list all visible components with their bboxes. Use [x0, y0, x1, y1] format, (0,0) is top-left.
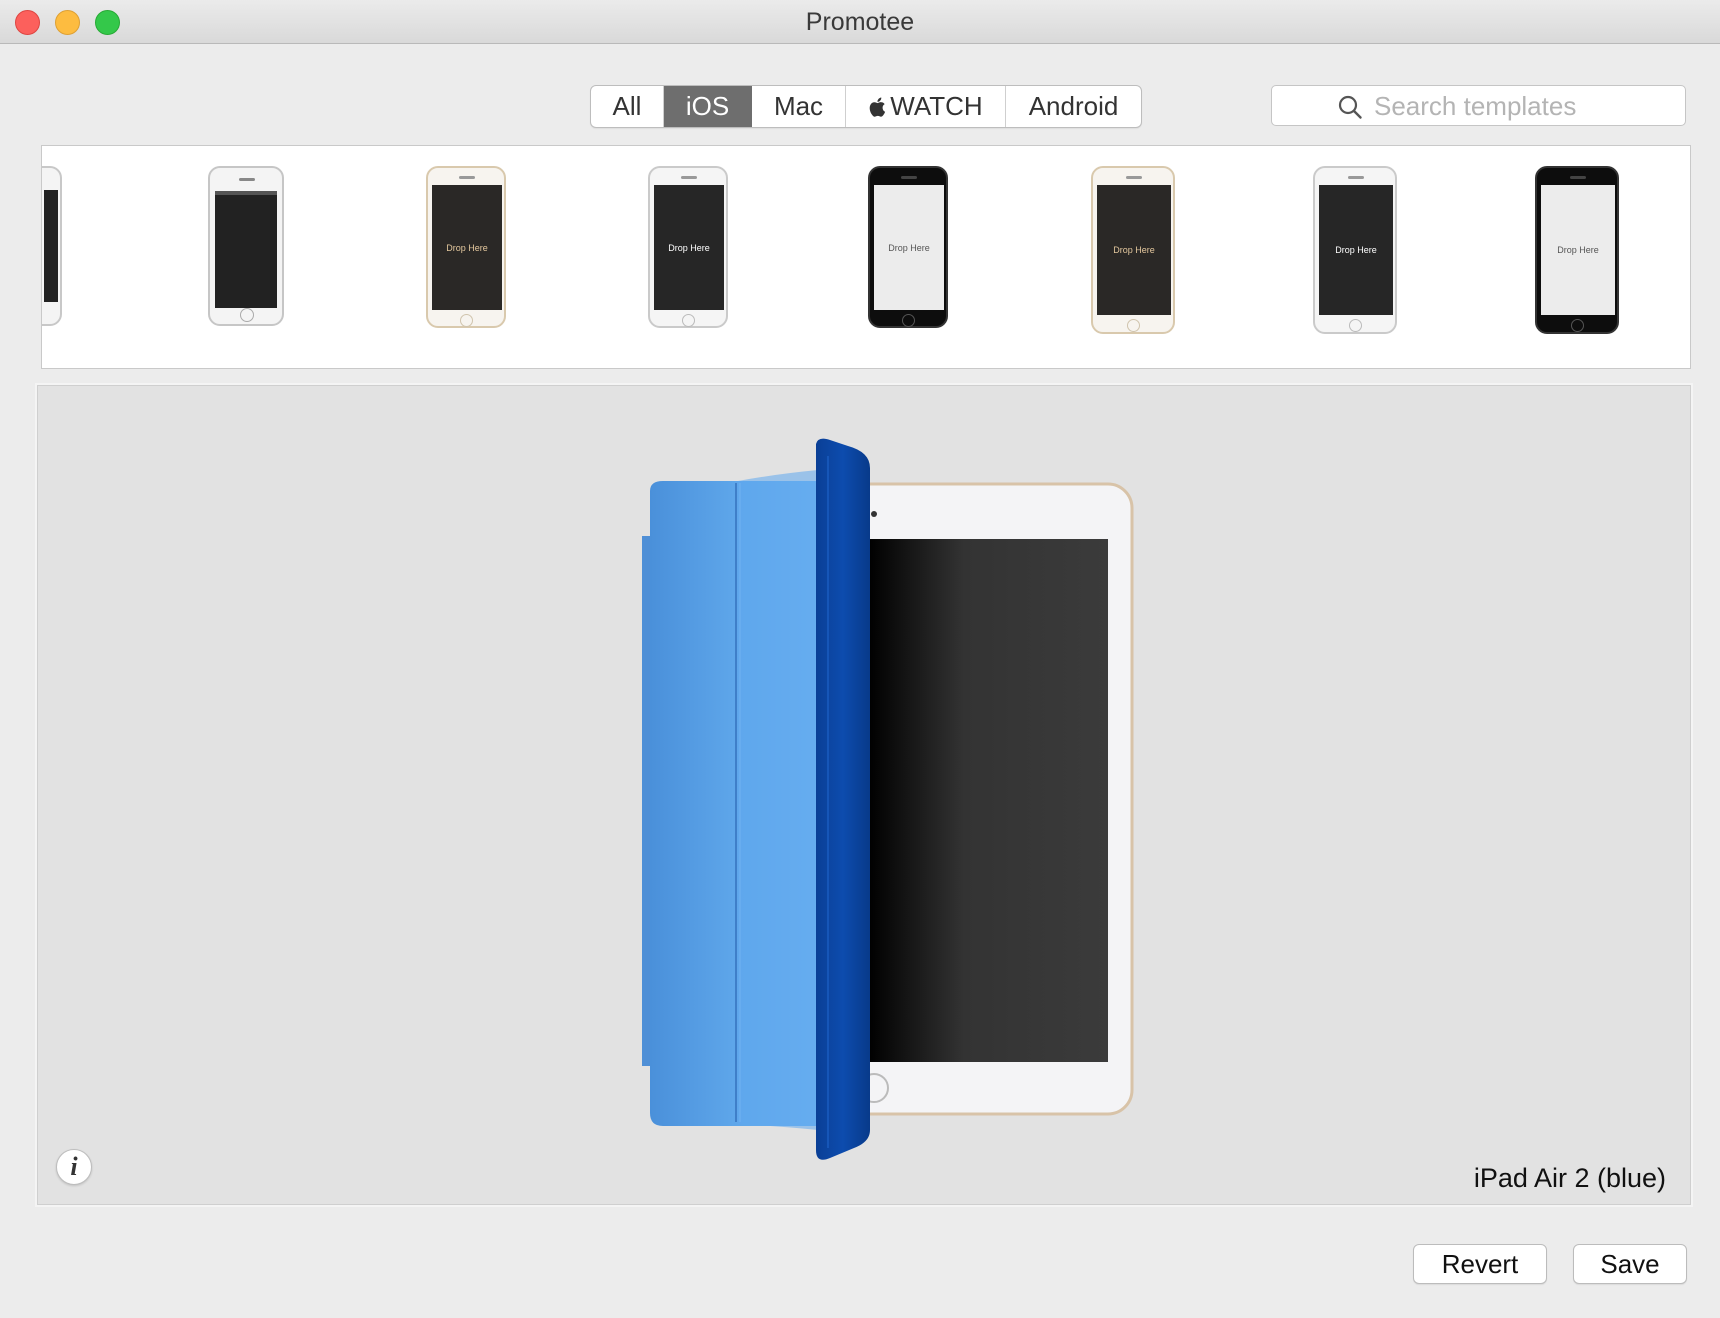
ipad-with-smart-cover-image [642, 438, 1134, 1160]
save-button[interactable]: Save [1573, 1244, 1687, 1284]
template-screen-label: Drop Here [1097, 185, 1171, 315]
template-screen-label: Drop Here [1541, 185, 1615, 315]
template-thumbnail[interactable] [42, 166, 62, 326]
device-name-label: iPad Air 2 (blue) [1473, 1163, 1666, 1193]
platform-filter: All iOS Mac WATCH Android [590, 85, 1142, 128]
title-bar: Promotee [0, 0, 1720, 44]
revert-button[interactable]: Revert [1413, 1244, 1547, 1284]
template-screen-label: Drop Here [1319, 185, 1393, 315]
tab-watch-label: WATCH [890, 91, 983, 121]
tab-watch[interactable]: WATCH [846, 86, 1006, 127]
template-screen-label: Drop Here [874, 185, 944, 310]
template-preview[interactable]: i iPad Air 2 (blue) [37, 385, 1691, 1205]
search-icon [1338, 95, 1362, 119]
tab-all-label: All [612, 91, 642, 121]
tab-android[interactable]: Android [1006, 86, 1141, 127]
template-screen-label: Drop Here [654, 185, 724, 310]
window-title: Promotee [805, 8, 915, 36]
template-thumbnail[interactable] [208, 166, 284, 326]
template-thumbnail[interactable]: Drop Here [1535, 166, 1619, 334]
search-field[interactable] [1271, 85, 1686, 126]
tab-all[interactable]: All [591, 86, 664, 127]
tab-ios-label: iOS [685, 91, 730, 121]
tab-android-label: Android [1028, 91, 1119, 121]
tab-ios[interactable]: iOS [664, 86, 752, 127]
template-screen-label: Drop Here [432, 185, 502, 310]
template-thumbnail[interactable]: Drop Here [868, 166, 948, 328]
template-thumbnail[interactable]: Drop Here [648, 166, 728, 328]
apple-logo-icon [869, 97, 886, 117]
info-button[interactable]: i [56, 1149, 92, 1185]
template-strip[interactable]: Drop Here Drop Here Drop Here Drop Here … [41, 145, 1691, 369]
tab-mac[interactable]: Mac [752, 86, 846, 127]
template-thumbnail[interactable]: Drop Here [1091, 166, 1175, 334]
search-input[interactable] [1372, 88, 1676, 125]
template-thumbnail[interactable]: Drop Here [1313, 166, 1397, 334]
tab-mac-label: Mac [773, 91, 824, 121]
template-thumbnail[interactable]: Drop Here [426, 166, 506, 328]
